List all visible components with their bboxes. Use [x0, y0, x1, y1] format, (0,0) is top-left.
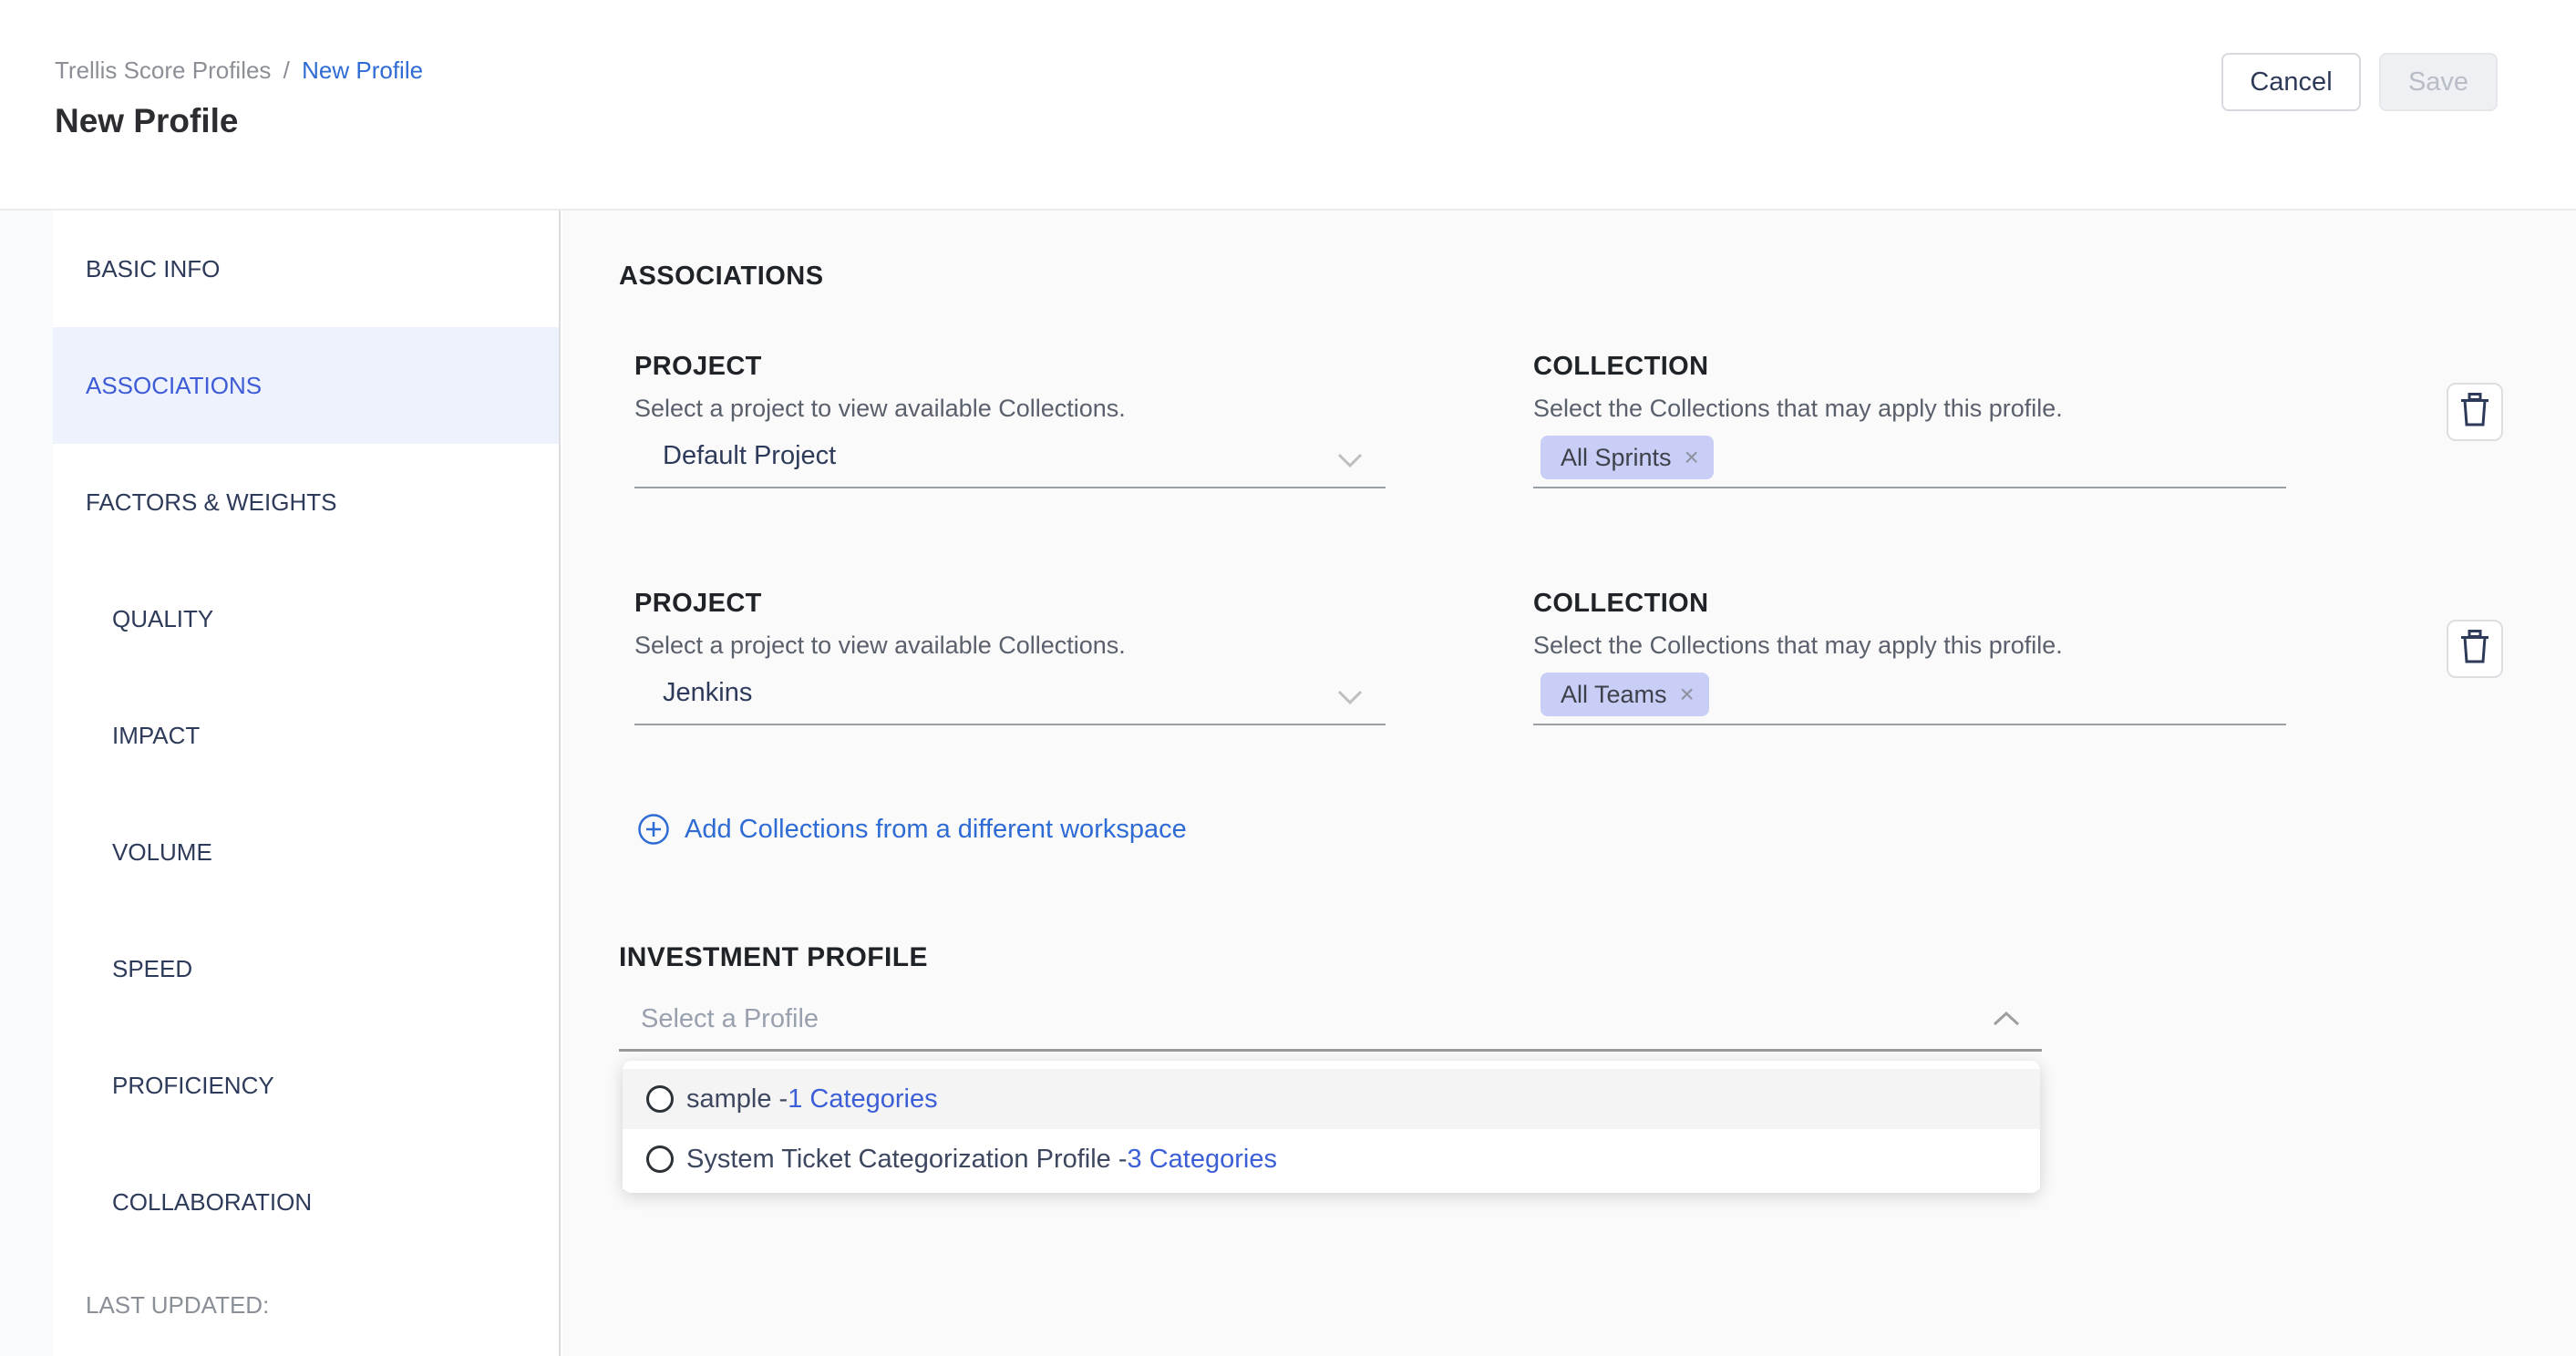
- left-rail: [0, 211, 53, 1356]
- dropdown-option-system-ticket[interactable]: System Ticket Categorization Profile - 3…: [623, 1129, 2040, 1189]
- breadcrumb-root-link[interactable]: Trellis Score Profiles: [55, 56, 271, 84]
- investment-profile-select[interactable]: Select a Profile sample - 1 Categories S…: [619, 993, 2042, 1052]
- save-button[interactable]: Save: [2379, 53, 2498, 111]
- collection-label: COLLECTION: [1533, 352, 2286, 382]
- sidebar-nav: BASIC INFO ASSOCIATIONS FACTORS & WEIGHT…: [53, 211, 561, 1356]
- project-label: PROJECT: [634, 352, 1386, 382]
- sidebar-last-updated-label: LAST UPDATED:: [53, 1260, 559, 1350]
- project-hint: Select a project to view available Colle…: [634, 395, 1386, 423]
- option-name: sample -: [686, 1084, 788, 1115]
- association-row: PROJECT Select a project to view availab…: [634, 589, 2576, 725]
- project-select-value: Default Project: [663, 441, 836, 471]
- investment-profile-label: INVESTMENT PROFILE: [619, 942, 2576, 973]
- collection-column: COLLECTION Select the Collections that m…: [1533, 589, 2286, 725]
- chevron-down-icon: [1336, 452, 1364, 468]
- collection-tag: All Sprints ×: [1540, 436, 1714, 479]
- page-header: Trellis Score Profiles / New Profile New…: [0, 0, 2576, 211]
- chevron-down-icon: [1336, 689, 1364, 705]
- collection-tags-input[interactable]: All Sprints ×: [1533, 436, 2286, 488]
- breadcrumb: Trellis Score Profiles / New Profile: [55, 56, 423, 85]
- tag-remove-icon[interactable]: ×: [1680, 682, 1695, 707]
- circle-plus-icon: [637, 813, 670, 846]
- trash-icon: [2459, 630, 2490, 669]
- project-column: PROJECT Select a project to view availab…: [634, 589, 1386, 725]
- radio-icon: [646, 1145, 674, 1173]
- delete-association-button[interactable]: [2447, 383, 2503, 441]
- sidebar-item-factors-weights[interactable]: FACTORS & WEIGHTS: [53, 444, 559, 560]
- breadcrumb-current-link[interactable]: New Profile: [302, 56, 423, 84]
- trash-icon: [2459, 393, 2490, 432]
- collection-tag: All Teams ×: [1540, 673, 1709, 716]
- option-categories-link: 3 Categories: [1128, 1145, 1277, 1175]
- project-label: PROJECT: [634, 589, 1386, 619]
- collection-tag-label: All Sprints: [1561, 444, 1672, 472]
- collection-tags-input[interactable]: All Teams ×: [1533, 673, 2286, 725]
- add-collections-link[interactable]: Add Collections from a different workspa…: [637, 813, 2576, 846]
- collection-label: COLLECTION: [1533, 589, 2286, 619]
- collection-hint: Select the Collections that may apply th…: [1533, 632, 2286, 660]
- project-select[interactable]: Jenkins: [634, 673, 1386, 725]
- collection-column: COLLECTION Select the Collections that m…: [1533, 352, 2286, 488]
- cancel-button[interactable]: Cancel: [2221, 53, 2361, 111]
- section-title: ASSOCIATIONS: [619, 262, 2576, 292]
- page-title: New Profile: [55, 102, 239, 140]
- sidebar-item-quality[interactable]: QUALITY: [53, 560, 559, 677]
- sidebar-item-associations[interactable]: ASSOCIATIONS: [53, 327, 559, 444]
- breadcrumb-separator: /: [278, 56, 295, 84]
- project-column: PROJECT Select a project to view availab…: [634, 352, 1386, 488]
- tag-remove-icon[interactable]: ×: [1685, 445, 1699, 470]
- project-select[interactable]: Default Project: [634, 436, 1386, 488]
- sidebar-item-basic-info[interactable]: BASIC INFO: [53, 211, 559, 327]
- option-name: System Ticket Categorization Profile -: [686, 1145, 1128, 1175]
- association-row: PROJECT Select a project to view availab…: [634, 352, 2576, 488]
- sidebar-item-volume[interactable]: VOLUME: [53, 794, 559, 910]
- collection-hint: Select the Collections that may apply th…: [1533, 395, 2286, 423]
- dropdown-option-sample[interactable]: sample - 1 Categories: [623, 1069, 2040, 1129]
- sidebar-item-impact[interactable]: IMPACT: [53, 677, 559, 794]
- chevron-up-icon: [1991, 1010, 2022, 1032]
- associations-panel: ASSOCIATIONS PROJECT Select a project to…: [562, 211, 2576, 1356]
- radio-icon: [646, 1085, 674, 1113]
- delete-association-button[interactable]: [2447, 620, 2503, 678]
- sidebar-item-speed[interactable]: SPEED: [53, 910, 559, 1027]
- investment-profile-section: INVESTMENT PROFILE Select a Profile samp…: [619, 942, 2576, 1052]
- project-hint: Select a project to view available Colle…: [634, 632, 1386, 660]
- investment-profile-dropdown: sample - 1 Categories System Ticket Cate…: [623, 1061, 2040, 1193]
- project-select-value: Jenkins: [663, 678, 752, 708]
- sidebar-item-collaboration[interactable]: COLLABORATION: [53, 1144, 559, 1260]
- add-collections-link-label: Add Collections from a different workspa…: [685, 815, 1187, 845]
- option-categories-link: 1 Categories: [788, 1084, 937, 1115]
- collection-tag-label: All Teams: [1561, 681, 1667, 709]
- investment-profile-placeholder: Select a Profile: [641, 1004, 819, 1034]
- sidebar-item-proficiency[interactable]: PROFICIENCY: [53, 1027, 559, 1144]
